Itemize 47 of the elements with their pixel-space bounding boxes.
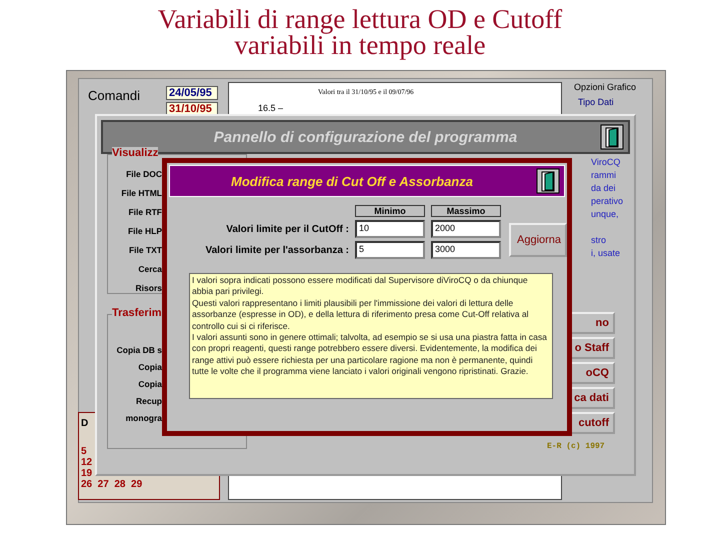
field-label: File HTML xyxy=(121,188,162,199)
group-title: Visualizz xyxy=(112,147,158,159)
window-title: Pannello di configurazione del programma xyxy=(214,128,518,146)
info-text: da dei xyxy=(591,182,617,195)
info-text: i, usate xyxy=(591,247,622,260)
info-text: unque, xyxy=(591,208,620,221)
calendar-row: 5 xyxy=(81,446,87,457)
options-title: Opzioni Grafico xyxy=(574,82,636,92)
field-label: Copia DB s xyxy=(116,345,162,356)
exit-door-icon[interactable] xyxy=(600,124,624,150)
info-text: stro xyxy=(591,234,608,247)
input-field[interactable]: 5 xyxy=(355,241,425,259)
date-field[interactable]: 24/05/95 xyxy=(166,86,218,100)
field-label: monogra xyxy=(126,413,162,424)
field-label: File RTF xyxy=(128,207,162,218)
update-button[interactable]: Aggiorna xyxy=(509,222,567,256)
row-label: Valori limite per l'assorbanza : xyxy=(204,244,349,256)
input-field[interactable]: 10 xyxy=(355,220,425,238)
field-label: File TXT xyxy=(128,245,162,256)
dialog-title: Modifica range di Cut Off e Assorbanza xyxy=(231,174,474,188)
info-text: perativo xyxy=(591,195,624,208)
field-label: Risors xyxy=(136,283,162,294)
info-paragraph: I valori sopra indicati possono essere modificati dal Supervisore diViroCQ o da chiunque abbia pari privilegi. Questi valori rappresentano i limiti plausibili per l'immissione dei valori di lettura delle assorbanze (espresse in OD), e della lettura di riferimento presa come Cut-Off relativa al controllo cui si ci riferisce. I valori assunti sono in genere ottimali; talvolta, ad esempio se si usa una piastra fatta in casa con propri reagenti, questi range potrebbero essere diversi. Evidentemente, la modifica dei range attivi può essere richiesta per una particolare ragione ma non è permanente, quindi tutte le volte che il programma viene lanciato i valori originali vengono ripristinati. Grazie. xyxy=(189,273,553,399)
group-label: Tipo Dati xyxy=(578,97,614,107)
calendar-row: 12 xyxy=(81,457,92,468)
slide-title: Variabili di range lettura OD e Cutoff xyxy=(158,6,562,32)
group-title: Trasferim xyxy=(112,307,162,319)
row-label: Valori limite per il CutOff : xyxy=(225,224,349,234)
calendar-row: 19 xyxy=(81,468,92,479)
exit-door-icon[interactable] xyxy=(536,168,560,194)
column-header: Massimo xyxy=(431,205,501,217)
field-label: Recup xyxy=(136,396,162,407)
field-label: File HLP xyxy=(128,226,162,237)
column-header: Minimo xyxy=(355,205,425,217)
calendar-header: D xyxy=(81,417,88,430)
calendar-row: 26 27 28 29 xyxy=(81,479,142,490)
input-field[interactable]: 3000 xyxy=(431,241,501,259)
credit-text: E-R (c) 1997 xyxy=(547,442,605,451)
info-text: ViroCQ xyxy=(591,156,622,169)
input-field[interactable]: 2000 xyxy=(431,220,501,238)
info-text: rammi xyxy=(591,169,617,182)
field-label: File DOC xyxy=(126,169,162,180)
field-label: Cerca xyxy=(138,264,162,275)
axis-tick-label: 16.5 – xyxy=(258,103,284,113)
field-label: Copia xyxy=(138,362,162,373)
field-label: Copia xyxy=(138,379,162,390)
commands-label: Comandi xyxy=(88,88,140,103)
